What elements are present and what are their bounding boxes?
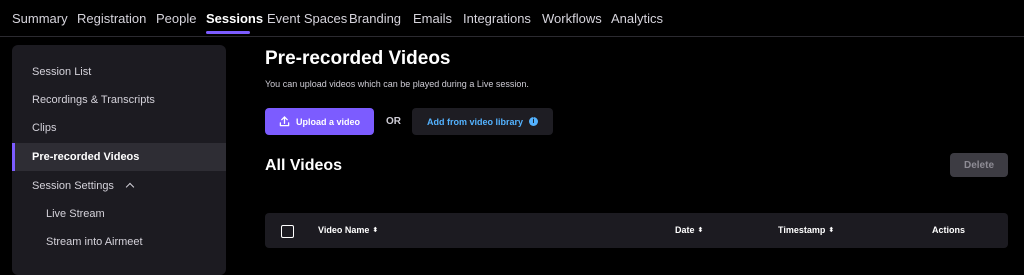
section-title: All Videos	[265, 157, 343, 174]
column-actions: Actions	[932, 225, 965, 235]
sidebar-item-session-list[interactable]: Session List	[12, 58, 226, 86]
sidebar-item-label: Pre-recorded Videos	[32, 151, 140, 163]
tab-analytics[interactable]: Analytics	[611, 11, 663, 26]
sidebar-item-live-stream[interactable]: Live Stream	[12, 200, 226, 228]
sidebar: Session List Recordings & Transcripts Cl…	[12, 45, 226, 275]
tab-people[interactable]: People	[156, 11, 196, 26]
sidebar-item-label: Clips	[32, 122, 57, 134]
sidebar-item-session-settings[interactable]: Session Settings	[12, 172, 226, 200]
column-label: Date	[675, 225, 695, 235]
tab-summary[interactable]: Summary	[12, 11, 68, 26]
tab-emails[interactable]: Emails	[413, 11, 452, 26]
delete-label: Delete	[963, 159, 994, 171]
column-timestamp[interactable]: Timestamp ⬍	[778, 225, 834, 235]
column-label: Timestamp	[778, 225, 826, 235]
top-navigation: Summary Registration People Sessions Eve…	[0, 0, 1024, 37]
sort-icon: ⬍	[372, 226, 379, 234]
upload-video-label: Upload a video	[295, 116, 360, 127]
active-tab-indicator	[206, 31, 250, 34]
tab-registration[interactable]: Registration	[77, 11, 146, 26]
sidebar-item-label: Recordings & Transcripts	[32, 94, 155, 106]
sort-icon: ⬍	[697, 226, 704, 234]
tab-event-spaces[interactable]: Event Spaces	[267, 11, 347, 26]
add-from-library-button[interactable]: Add from video library i	[412, 108, 553, 135]
column-date[interactable]: Date ⬍	[675, 225, 703, 235]
select-all-checkbox[interactable]	[281, 225, 294, 238]
column-video-name[interactable]: Video Name ⬍	[318, 225, 378, 235]
sidebar-item-pre-recorded-videos[interactable]: Pre-recorded Videos	[12, 143, 226, 171]
chevron-up-icon[interactable]	[125, 182, 135, 192]
sidebar-item-recordings-transcripts[interactable]: Recordings & Transcripts	[12, 86, 226, 114]
upload-icon	[279, 116, 290, 127]
sidebar-item-label: Live Stream	[46, 208, 105, 220]
tab-workflows[interactable]: Workflows	[542, 11, 602, 26]
column-label: Video Name	[318, 225, 370, 235]
tab-sessions[interactable]: Sessions	[206, 11, 263, 26]
page-title: Pre-recorded Videos	[265, 48, 451, 69]
or-separator: OR	[386, 116, 401, 127]
sidebar-item-clips[interactable]: Clips	[12, 114, 226, 142]
sidebar-item-stream-into-airmeet[interactable]: Stream into Airmeet	[12, 228, 226, 256]
table-header: Video Name ⬍ Date ⬍ Timestamp ⬍ Actions	[265, 213, 1008, 248]
tab-branding[interactable]: Branding	[349, 11, 401, 26]
sidebar-item-label: Session Settings	[32, 180, 114, 192]
sidebar-item-label: Stream into Airmeet	[46, 236, 143, 248]
delete-button[interactable]: Delete	[950, 153, 1008, 177]
column-label: Actions	[932, 225, 966, 235]
sidebar-item-label: Session List	[32, 66, 92, 78]
page-description: You can upload videos which can be playe…	[265, 79, 529, 89]
info-icon[interactable]: i	[529, 117, 539, 126]
sort-icon: ⬍	[828, 226, 835, 234]
add-from-library-label: Add from video library	[426, 116, 524, 127]
upload-video-button[interactable]: Upload a video	[265, 108, 374, 135]
tab-integrations[interactable]: Integrations	[463, 11, 531, 26]
